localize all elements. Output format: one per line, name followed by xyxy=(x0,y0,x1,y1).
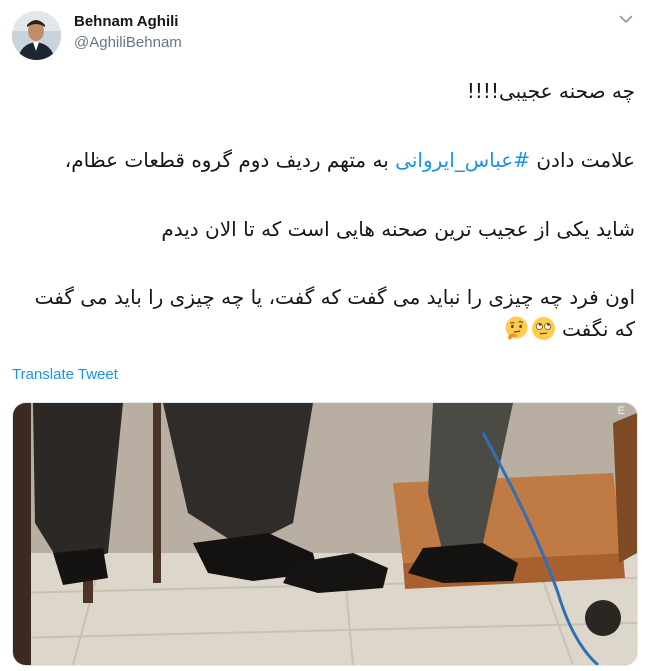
chevron-down-icon xyxy=(619,15,633,23)
translate-tweet-link[interactable]: Translate Tweet xyxy=(12,366,118,383)
avatar[interactable] xyxy=(12,11,61,60)
tweet-line-2: علامت دادن #عباس_ایروانی به متهم ردیف دو… xyxy=(15,145,635,175)
thinking-face-emoji xyxy=(505,316,528,340)
avatar-image xyxy=(12,11,61,60)
tweet-line-3: شاید یکی از عجیب ترین صحنه هایی است که ت… xyxy=(161,217,635,241)
photo-two-people-feet xyxy=(13,403,637,665)
tweet-card: Behnam Aghili @AghiliBehnam چه صحنه عجیب… xyxy=(0,0,649,671)
tweet-line-2-before: علامت دادن xyxy=(530,148,635,172)
tweet-line-5: که نگفت xyxy=(15,314,635,344)
face-with-rolling-eyes-emoji xyxy=(531,317,555,340)
tweet-line-5-text: که نگفت xyxy=(562,317,635,341)
tweet-line-1: چه صحنه عجیبی!!!! xyxy=(466,79,635,103)
more-options-button[interactable] xyxy=(617,10,635,28)
author-handle[interactable]: @AghiliBehnam xyxy=(74,34,182,51)
tweet-line-2-after: به متهم ردیف دوم گروه قطعات عظام، xyxy=(64,148,396,172)
hashtag-link[interactable]: #عباس_ایروانی xyxy=(395,148,530,172)
tweet-line-4: اون فرد چه چیزی را نباید می گفت که گفت، … xyxy=(34,285,635,309)
media-watermark: E xyxy=(617,405,625,417)
author-name[interactable]: Behnam Aghili xyxy=(74,13,178,30)
tweet-media-image[interactable]: E xyxy=(12,402,638,666)
